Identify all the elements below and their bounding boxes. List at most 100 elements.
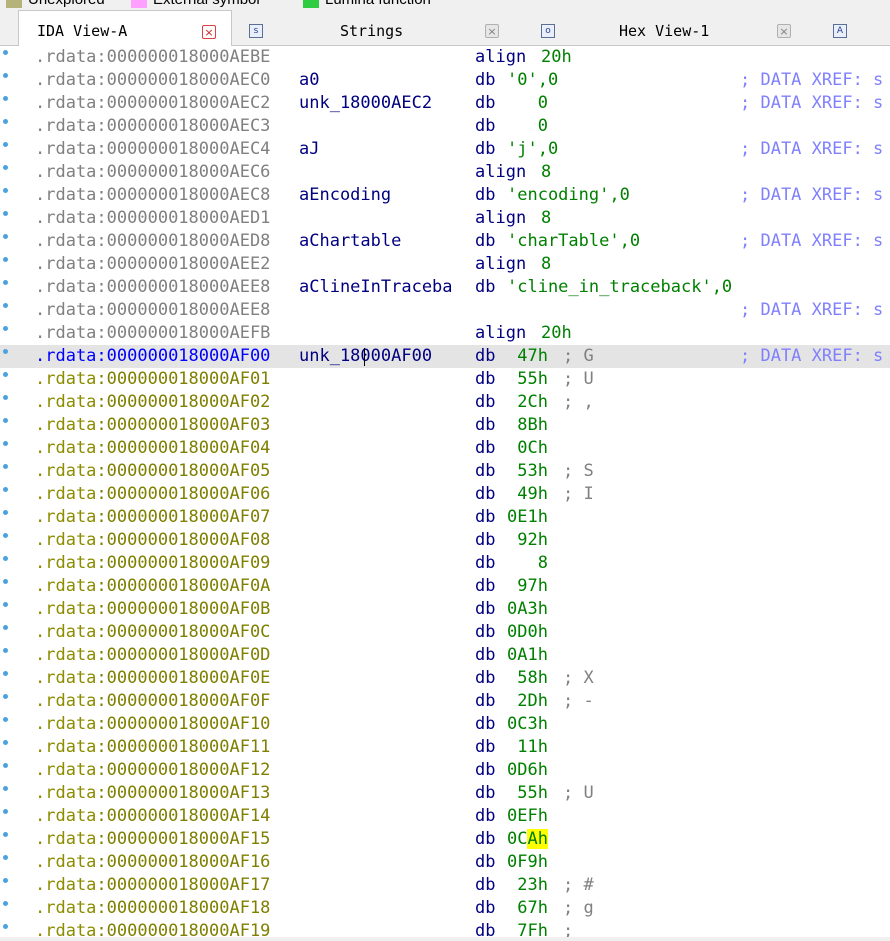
listing-row[interactable]: .rdata:000000018000AEE8 aClineInTraceba db… xyxy=(0,276,890,299)
breakpoint-dot-icon[interactable] xyxy=(3,73,8,78)
tab-extra[interactable]: A xyxy=(808,10,890,45)
listing-row[interactable]: .rdata:000000018000AF07 db 0E1h xyxy=(0,506,890,529)
breakpoint-dot-icon[interactable] xyxy=(3,142,8,147)
listing-row[interactable]: .rdata:000000018000AF0E db 58h ; X xyxy=(0,667,890,690)
symbol-name[interactable]: aEncoding xyxy=(299,184,391,207)
data-xref-comment[interactable]: ; DATA XREF: s xyxy=(740,138,883,161)
operand[interactable]: 0CAh xyxy=(507,828,548,851)
symbol-name[interactable]: aChartable xyxy=(299,230,401,253)
listing-row[interactable]: .rdata:000000018000AF08 db 92h xyxy=(0,529,890,552)
data-xref-comment[interactable]: ; DATA XREF: s xyxy=(740,299,883,322)
listing-row[interactable]: .rdata:000000018000AF0A db 97h xyxy=(0,575,890,598)
data-xref-comment[interactable]: ; DATA XREF: s xyxy=(740,92,883,115)
breakpoint-dot-icon[interactable] xyxy=(3,809,8,814)
breakpoint-dot-icon[interactable] xyxy=(3,303,8,308)
listing-row[interactable]: .rdata:000000018000AF15 db 0CAh xyxy=(0,828,890,851)
breakpoint-dot-icon[interactable] xyxy=(3,878,8,883)
operand[interactable]: 8 xyxy=(541,161,551,184)
breakpoint-dot-icon[interactable] xyxy=(3,50,8,55)
operand[interactable]: '0',0 xyxy=(507,69,558,92)
data-xref-comment[interactable]: ; DATA XREF: s xyxy=(740,69,883,92)
listing-row[interactable]: .rdata:000000018000AEC3 db 0 xyxy=(0,115,890,138)
close-icon[interactable]: × xyxy=(777,24,791,38)
breakpoint-dot-icon[interactable] xyxy=(3,211,8,216)
breakpoint-dot-icon[interactable] xyxy=(3,763,8,768)
symbol-name[interactable]: aJ xyxy=(299,138,319,161)
operand[interactable]: 20h xyxy=(541,322,572,345)
listing-row[interactable]: .rdata:000000018000AED1 align 8 xyxy=(0,207,890,230)
data-xref-comment[interactable]: ; DATA XREF: s xyxy=(740,345,883,368)
listing-row[interactable]: .rdata:000000018000AEE8 ; DATA XREF: s xyxy=(0,299,890,322)
listing-row[interactable]: .rdata:000000018000AF03 db 8Bh xyxy=(0,414,890,437)
breakpoint-dot-icon[interactable] xyxy=(3,119,8,124)
listing-row[interactable]: .rdata:000000018000AEFB align 20h xyxy=(0,322,890,345)
breakpoint-dot-icon[interactable] xyxy=(3,579,8,584)
operand[interactable]: 8 xyxy=(507,552,548,575)
breakpoint-dot-icon[interactable] xyxy=(3,740,8,745)
symbol-name[interactable]: a0 xyxy=(299,69,319,92)
operand[interactable]: 'j',0 xyxy=(507,138,558,161)
listing-row[interactable]: .rdata:000000018000AEC0 a0 db '0',0 ; DATA X… xyxy=(0,69,890,92)
operand[interactable]: 8Bh xyxy=(507,414,548,437)
symbol-name[interactable]: unk_18000AEC2 xyxy=(299,92,432,115)
data-xref-comment[interactable]: ; DATA XREF: s xyxy=(740,230,883,253)
symbol-name[interactable]: aClineInTraceba xyxy=(299,276,453,299)
horizontal-scrollbar[interactable] xyxy=(0,937,890,941)
listing-row[interactable]: .rdata:000000018000AEE2 align 8 xyxy=(0,253,890,276)
listing-row[interactable]: .rdata:000000018000AED8 aChartable db 'char… xyxy=(0,230,890,253)
close-icon[interactable]: × xyxy=(485,24,499,38)
tab-hex-view-1[interactable]: o Hex View-1 × xyxy=(508,10,808,45)
breakpoint-dot-icon[interactable] xyxy=(3,625,8,630)
listing-row[interactable]: .rdata:000000018000AF0D db 0A1h xyxy=(0,644,890,667)
operand[interactable]: 2Dh xyxy=(507,690,548,713)
listing-row[interactable]: .rdata:000000018000AF04 db 0Ch xyxy=(0,437,890,460)
breakpoint-dot-icon[interactable] xyxy=(3,786,8,791)
operand[interactable]: 0A1h xyxy=(507,644,548,667)
listing-row[interactable]: .rdata:000000018000AF0B db 0A3h xyxy=(0,598,890,621)
breakpoint-dot-icon[interactable] xyxy=(3,832,8,837)
listing-row[interactable]: .rdata:000000018000AF0C db 0D0h xyxy=(0,621,890,644)
operand[interactable]: 23h xyxy=(507,874,548,897)
operand[interactable]: 55h xyxy=(507,368,548,391)
disassembly-listing[interactable]: .rdata:000000018000AEBE align 20h .rdata:00… xyxy=(0,46,890,941)
data-xref-comment[interactable]: ; DATA XREF: s xyxy=(740,184,883,207)
breakpoint-dot-icon[interactable] xyxy=(3,188,8,193)
operand[interactable]: 0E1h xyxy=(507,506,548,529)
operand[interactable]: 53h xyxy=(507,460,548,483)
operand[interactable]: 0A3h xyxy=(507,598,548,621)
symbol-name[interactable]: unk_18000AF00 xyxy=(299,345,432,368)
breakpoint-dot-icon[interactable] xyxy=(3,326,8,331)
breakpoint-dot-icon[interactable] xyxy=(3,96,8,101)
breakpoint-dot-icon[interactable] xyxy=(3,372,8,377)
operand[interactable]: 0D0h xyxy=(507,621,548,644)
operand[interactable]: 97h xyxy=(507,575,548,598)
breakpoint-dot-icon[interactable] xyxy=(3,901,8,906)
listing-row[interactable]: .rdata:000000018000AF00 unk_18000AF00 db 4… xyxy=(0,345,890,368)
breakpoint-dot-icon[interactable] xyxy=(3,717,8,722)
breakpoint-dot-icon[interactable] xyxy=(3,602,8,607)
breakpoint-dot-icon[interactable] xyxy=(3,510,8,515)
breakpoint-dot-icon[interactable] xyxy=(3,556,8,561)
breakpoint-dot-icon[interactable] xyxy=(3,280,8,285)
breakpoint-dot-icon[interactable] xyxy=(3,349,8,354)
tab-strings[interactable]: s Strings × xyxy=(232,10,508,45)
listing-row[interactable]: .rdata:000000018000AEBE align 20h xyxy=(0,46,890,69)
listing-row[interactable]: .rdata:000000018000AF18 db 67h ; g xyxy=(0,897,890,920)
breakpoint-dot-icon[interactable] xyxy=(3,855,8,860)
breakpoint-dot-icon[interactable] xyxy=(3,165,8,170)
listing-row[interactable]: .rdata:000000018000AEC2 unk_18000AEC2 db 0… xyxy=(0,92,890,115)
breakpoint-dot-icon[interactable] xyxy=(3,234,8,239)
listing-row[interactable]: .rdata:000000018000AF13 db 55h ; U xyxy=(0,782,890,805)
listing-row[interactable]: .rdata:000000018000AF02 db 2Ch ; , xyxy=(0,391,890,414)
listing-row[interactable]: .rdata:000000018000AEC8 aEncoding db 'encod… xyxy=(0,184,890,207)
operand[interactable]: 'encoding',0 xyxy=(507,184,630,207)
close-icon[interactable]: × xyxy=(202,25,216,39)
breakpoint-dot-icon[interactable] xyxy=(3,418,8,423)
listing-row[interactable]: .rdata:000000018000AF10 db 0C3h xyxy=(0,713,890,736)
operand[interactable]: 'charTable',0 xyxy=(507,230,640,253)
operand[interactable]: 47h xyxy=(507,345,548,368)
listing-row[interactable]: .rdata:000000018000AF17 db 23h ; # xyxy=(0,874,890,897)
breakpoint-dot-icon[interactable] xyxy=(3,533,8,538)
breakpoint-dot-icon[interactable] xyxy=(3,694,8,699)
operand[interactable]: 0F9h xyxy=(507,851,548,874)
